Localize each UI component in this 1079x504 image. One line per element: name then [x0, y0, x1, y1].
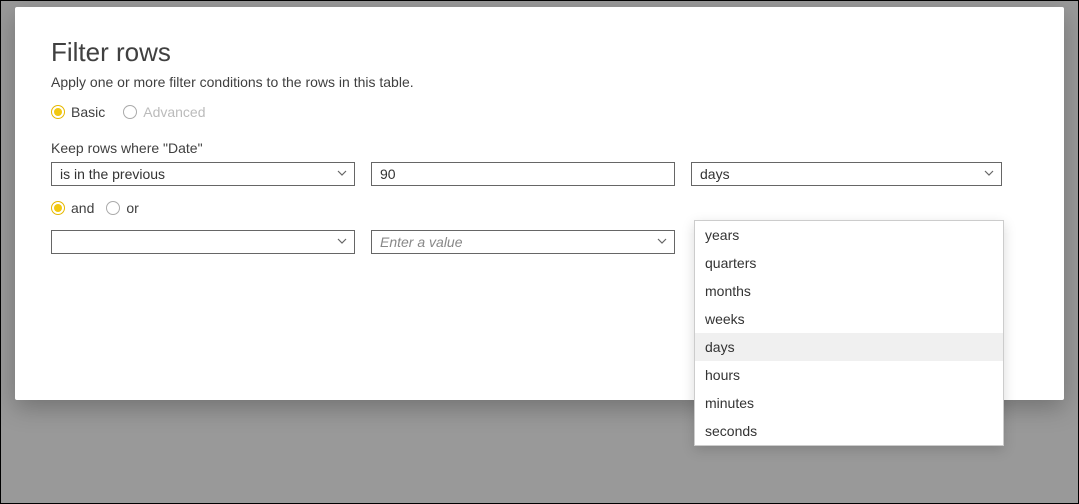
chevron-down-icon	[983, 166, 995, 182]
radio-icon	[123, 105, 137, 119]
chevron-down-icon	[336, 166, 348, 182]
combiner-and-radio[interactable]: and	[51, 200, 94, 216]
mode-basic-label: Basic	[71, 104, 105, 120]
radio-icon	[106, 201, 120, 215]
unit-option-months[interactable]: months	[695, 277, 1003, 305]
combiner-and-label: and	[71, 200, 94, 216]
mode-advanced-radio[interactable]: Advanced	[123, 104, 205, 120]
filter-condition-row-1: is in the previous days	[51, 162, 1028, 186]
radio-icon	[51, 105, 65, 119]
unit-option-years[interactable]: years	[695, 221, 1003, 249]
operator-select-1[interactable]: is in the previous	[51, 162, 355, 186]
combiner-or-label: or	[126, 200, 138, 216]
unit-dropdown-menu: yearsquartersmonthsweeksdayshoursminutes…	[694, 220, 1004, 446]
mode-radio-group: Basic Advanced	[51, 104, 1028, 120]
mode-basic-radio[interactable]: Basic	[51, 104, 105, 120]
value-placeholder: Enter a value	[380, 234, 463, 250]
unit-value: days	[700, 166, 730, 182]
mode-advanced-label: Advanced	[143, 104, 205, 120]
combiner-or-radio[interactable]: or	[106, 200, 138, 216]
chevron-down-icon	[336, 234, 348, 250]
unit-option-weeks[interactable]: weeks	[695, 305, 1003, 333]
keep-rows-label: Keep rows where "Date"	[51, 140, 1028, 156]
operator-select-2[interactable]	[51, 230, 355, 254]
unit-option-hours[interactable]: hours	[695, 361, 1003, 389]
radio-icon	[51, 201, 65, 215]
dialog-subtitle: Apply one or more filter conditions to t…	[51, 74, 1028, 90]
value-select-2[interactable]: Enter a value	[371, 230, 675, 254]
unit-option-quarters[interactable]: quarters	[695, 249, 1003, 277]
operator-value: is in the previous	[60, 166, 165, 182]
unit-option-days[interactable]: days	[695, 333, 1003, 361]
unit-option-seconds[interactable]: seconds	[695, 417, 1003, 445]
unit-select[interactable]: days	[691, 162, 1002, 186]
combiner-radio-group: and or	[51, 200, 1028, 216]
chevron-down-icon	[656, 234, 668, 250]
dialog-title: Filter rows	[51, 37, 1028, 68]
value-input-1[interactable]	[371, 162, 675, 186]
unit-option-minutes[interactable]: minutes	[695, 389, 1003, 417]
